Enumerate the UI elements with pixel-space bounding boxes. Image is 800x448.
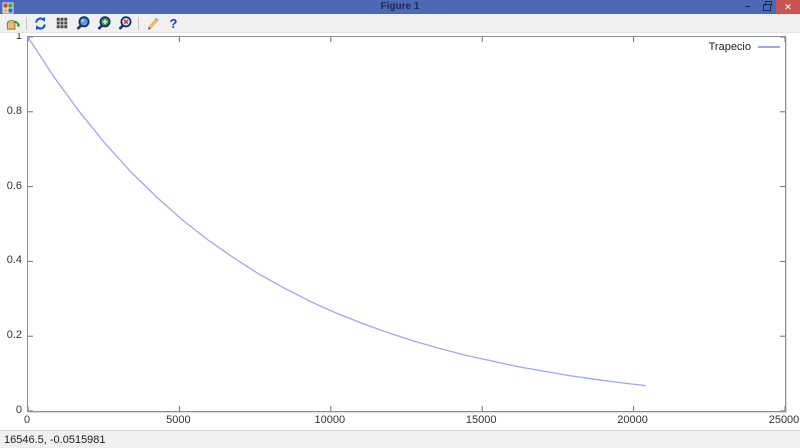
zoom-out-icon [117, 15, 133, 31]
x-tick-label: 0 [24, 414, 30, 426]
figure-window: Figure 1 – ✕ [0, 0, 800, 448]
x-tick-label: 15000 [466, 414, 497, 426]
home-icon [5, 16, 21, 31]
figure-canvas: Trapecio 0 5000 10000 15000 20000 25000 0 0.2 0… [0, 33, 800, 430]
home-button[interactable] [2, 14, 23, 33]
y-tick-label: 0.6 [0, 180, 22, 192]
plot-curve [28, 37, 785, 411]
zoom-out-button[interactable] [114, 14, 135, 33]
y-tick-label: 0.8 [0, 105, 22, 117]
subplot-grid-button[interactable] [51, 14, 72, 33]
edit-properties-button[interactable] [142, 14, 163, 33]
window-controls: – ✕ [738, 0, 800, 14]
legend-label: Trapecio [709, 41, 751, 53]
rotate-icon [33, 16, 48, 31]
pencil-icon [145, 16, 160, 31]
zoom-in-button[interactable] [93, 14, 114, 33]
help-button[interactable]: ? [163, 14, 184, 33]
x-tick-label: 20000 [617, 414, 648, 426]
y-tick-label: 0 [0, 404, 22, 416]
plot-axes[interactable]: Trapecio [27, 36, 786, 412]
zoom-in-icon [96, 15, 112, 31]
toolbar-separator [26, 17, 27, 30]
legend-line-sample [758, 46, 780, 48]
x-tick-label: 5000 [166, 414, 190, 426]
y-tick-label: 0.4 [0, 254, 22, 266]
statusbar: 16546.5, -0.0515981 [0, 430, 800, 448]
restore-icon [763, 4, 771, 11]
close-button[interactable]: ✕ [776, 0, 800, 14]
zoom-icon [75, 15, 91, 31]
y-tick-label: 0.2 [0, 329, 22, 341]
y-tick-label: 1 [0, 33, 22, 42]
plot-toolbar: ? [0, 14, 800, 33]
zoom-button[interactable] [72, 14, 93, 33]
window-title: Figure 1 [0, 0, 800, 14]
rotate-button[interactable] [30, 14, 51, 33]
help-icon: ? [170, 17, 178, 30]
toolbar-separator [138, 17, 139, 30]
grid-icon [55, 16, 69, 30]
x-tick-label: 25000 [769, 414, 800, 426]
maximize-button[interactable] [757, 0, 776, 14]
titlebar[interactable]: Figure 1 – ✕ [0, 0, 800, 14]
cursor-coordinates: 16546.5, -0.0515981 [4, 434, 106, 446]
x-tick-label: 10000 [315, 414, 346, 426]
legend[interactable]: Trapecio [709, 41, 780, 53]
minimize-button[interactable]: – [738, 0, 757, 14]
